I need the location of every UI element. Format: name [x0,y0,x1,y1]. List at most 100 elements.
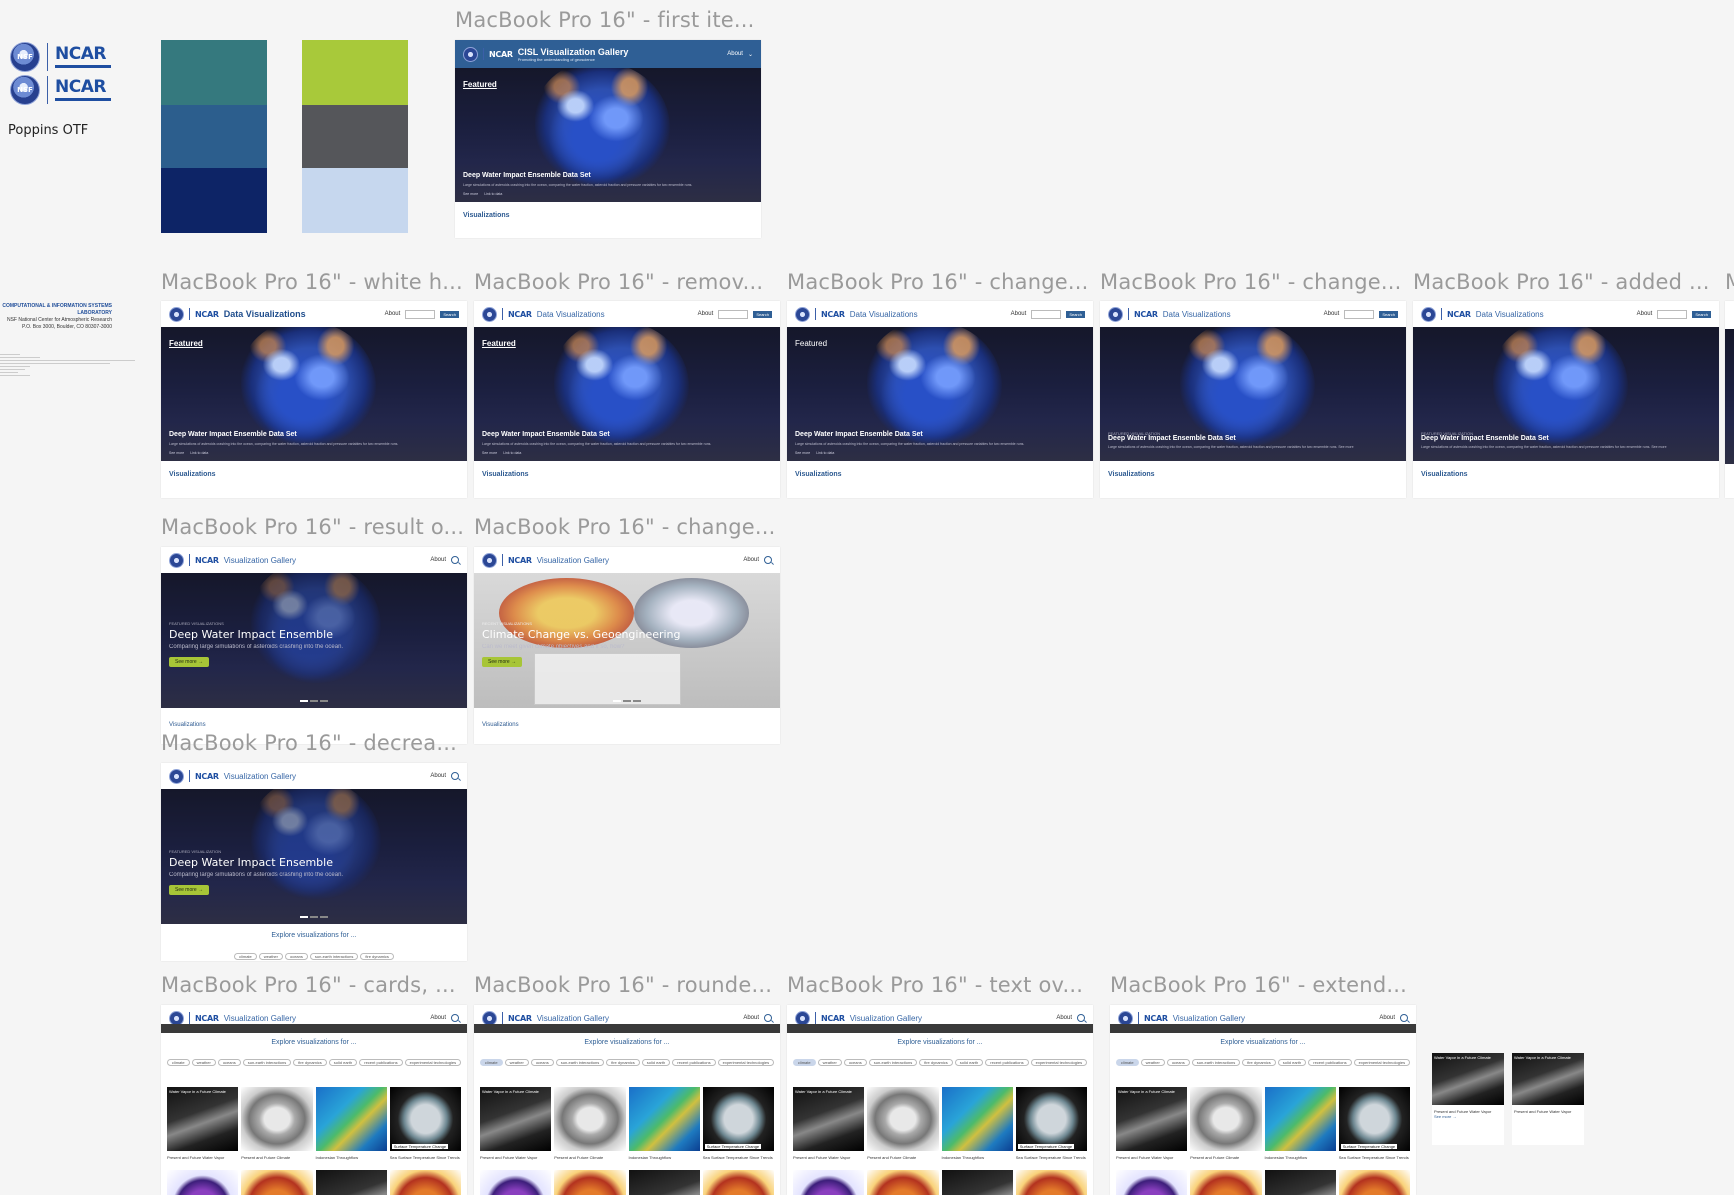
about-link[interactable]: About [430,1015,446,1021]
visualization-card[interactable] [554,1170,626,1195]
about-link[interactable]: About [1637,311,1653,317]
search-button[interactable]: Search [1692,310,1711,318]
carousel-dot[interactable] [300,700,308,702]
topic-tag[interactable]: weather [191,1059,216,1066]
visualization-card[interactable] [941,1087,1013,1151]
visualization-card[interactable]: Surface Temperature Change [1338,1087,1410,1151]
search-input[interactable] [1031,309,1062,319]
topic-tag[interactable]: climate [1115,1059,1139,1066]
topic-tag[interactable]: experimental technologies [404,1059,462,1066]
topic-tag[interactable]: sun-earth interactions [1191,1059,1241,1066]
topic-tag[interactable]: climate [166,1059,190,1066]
topic-tag[interactable]: recent publications [672,1059,716,1066]
see-more-button[interactable]: See more → [169,885,210,895]
visualization-card[interactable] [315,1087,387,1151]
carousel-dot[interactable] [320,916,328,918]
small-card[interactable]: Water Vapor in a Future Climate Present … [1432,1053,1504,1145]
small-card[interactable]: Water Vapor in a Future Climate Present … [1512,1053,1584,1145]
hero-banner[interactable]: Featured Deep Water Impact Ensemble Data … [787,327,1093,461]
search-icon[interactable] [1400,1014,1408,1022]
link-to-data[interactable]: Link to data [816,451,834,455]
visualization-card[interactable] [480,1170,552,1195]
visualization-card[interactable]: Water Vapor in a Future Climate [167,1087,239,1151]
hero-title[interactable]: Deep Water Impact Ensemble [169,856,333,869]
about-link[interactable]: About [1379,1015,1395,1021]
about-link[interactable]: About [1011,311,1027,317]
artboard-frame[interactable]: NCAR Visualization Gallery About Explore vi… [161,1005,467,1195]
artboard-frame[interactable]: NCAR Visualization Gallery About Featured V… [161,763,467,961]
search-icon[interactable] [451,556,459,564]
chevron-down-icon[interactable]: ⌄ [748,51,753,58]
artboard-frame[interactable]: NCAR Data Visualizations About Search Featur… [474,301,780,498]
visualizations-link[interactable]: Visualizations [1108,471,1155,478]
search-button[interactable]: Search [1066,310,1085,318]
topic-tag[interactable]: solid earth [1277,1059,1307,1066]
hero-banner[interactable]: Featured Deep Water Impact Ensemble Data … [161,327,467,461]
artboard-frame[interactable]: NCAR Visualization Gallery About Explore vi… [787,1005,1093,1195]
link-to-data[interactable]: Link to data [190,451,208,455]
visualizations-link[interactable]: Visualizations [169,722,206,728]
link-to-data[interactable]: Link to data [503,451,521,455]
visualization-card[interactable] [167,1170,239,1195]
visualization-card[interactable] [793,1170,865,1195]
visualizations-link[interactable]: Visualizations [795,471,842,478]
topic-tag[interactable]: weather [258,953,283,960]
hero-title[interactable]: Deep Water Impact Ensemble Data Set [169,431,297,438]
topic-tag[interactable]: oceans [217,1059,241,1066]
visualization-card[interactable] [1264,1087,1336,1151]
visualization-card[interactable] [867,1170,939,1195]
topic-tag[interactable]: solid earth [641,1059,671,1066]
hero-banner[interactable]: Featured Visualization Deep Water Impact … [161,789,467,924]
topic-tag[interactable]: fire dynamics [606,1059,640,1066]
topic-tag[interactable]: oceans [843,1059,867,1066]
artboard-frame[interactable]: NCAR Data Visualizations About Search Featur… [1100,301,1406,498]
carousel-dots[interactable] [300,916,328,918]
hero-banner[interactable]: Recent Visualizations Climate Change vs. … [474,573,780,708]
hero-title[interactable]: Climate Change vs. Geoengineering [482,628,681,641]
carousel-dot[interactable] [623,700,631,702]
hero-banner[interactable]: Featured Deep Water Impact Ensemble Data … [455,68,761,202]
see-more-link[interactable]: See more [463,192,478,196]
topic-tag[interactable]: climate [234,953,257,960]
artboard-frame[interactable]: NCAR Visualization Gallery About Recent Vis… [474,547,780,744]
visualization-card[interactable] [628,1087,700,1151]
about-link[interactable]: About [1056,1015,1072,1021]
carousel-dot[interactable] [300,916,308,918]
topic-tag[interactable]: weather [817,1059,842,1066]
topic-tag[interactable]: experimental technologies [1353,1059,1411,1066]
visualization-card[interactable]: Water Vapor in a Future Climate [480,1087,552,1151]
visualizations-link[interactable]: Visualizations [463,212,510,219]
artboard-frame[interactable]: NCAR Data Visualizations About Search Featur… [787,301,1093,498]
search-icon[interactable] [451,772,459,780]
visualization-card[interactable] [1338,1170,1410,1195]
visualization-card[interactable] [1190,1087,1262,1151]
visualization-card[interactable] [1015,1170,1087,1195]
visualization-card[interactable] [554,1087,626,1151]
topic-tag[interactable]: fire dynamics [293,1059,327,1066]
topic-tag[interactable]: sun-earth interactions [242,1059,292,1066]
topic-tag[interactable]: weather [1140,1059,1165,1066]
topic-tag[interactable]: climate [479,1059,503,1066]
about-link[interactable]: About [1324,311,1340,317]
see-more-button[interactable]: See more → [482,657,523,667]
search-button[interactable]: Search [753,310,772,318]
carousel-dot[interactable] [320,700,328,702]
visualization-card[interactable] [1190,1170,1262,1195]
search-input[interactable] [1657,309,1688,319]
visualization-card[interactable] [241,1170,313,1195]
carousel-dot[interactable] [310,916,318,918]
topic-tag[interactable]: oceans [1166,1059,1190,1066]
topic-tag[interactable]: fire dynamics [1242,1059,1276,1066]
topic-tag[interactable]: recent publications [359,1059,403,1066]
carousel-dot[interactable] [310,700,318,702]
topic-tag[interactable]: experimental technologies [717,1059,775,1066]
hero-title[interactable]: Deep Water Impact Ensemble Data Set [795,431,923,438]
visualization-card[interactable] [241,1087,313,1151]
visualization-card[interactable]: Water Vapor in a Future Climate [793,1087,865,1151]
about-link[interactable]: About [430,557,446,563]
topic-tag[interactable]: oceans [284,953,308,960]
topic-tag[interactable]: recent publications [1308,1059,1352,1066]
about-link[interactable]: About [727,51,743,57]
search-icon[interactable] [764,1014,772,1022]
search-input[interactable] [718,309,749,319]
